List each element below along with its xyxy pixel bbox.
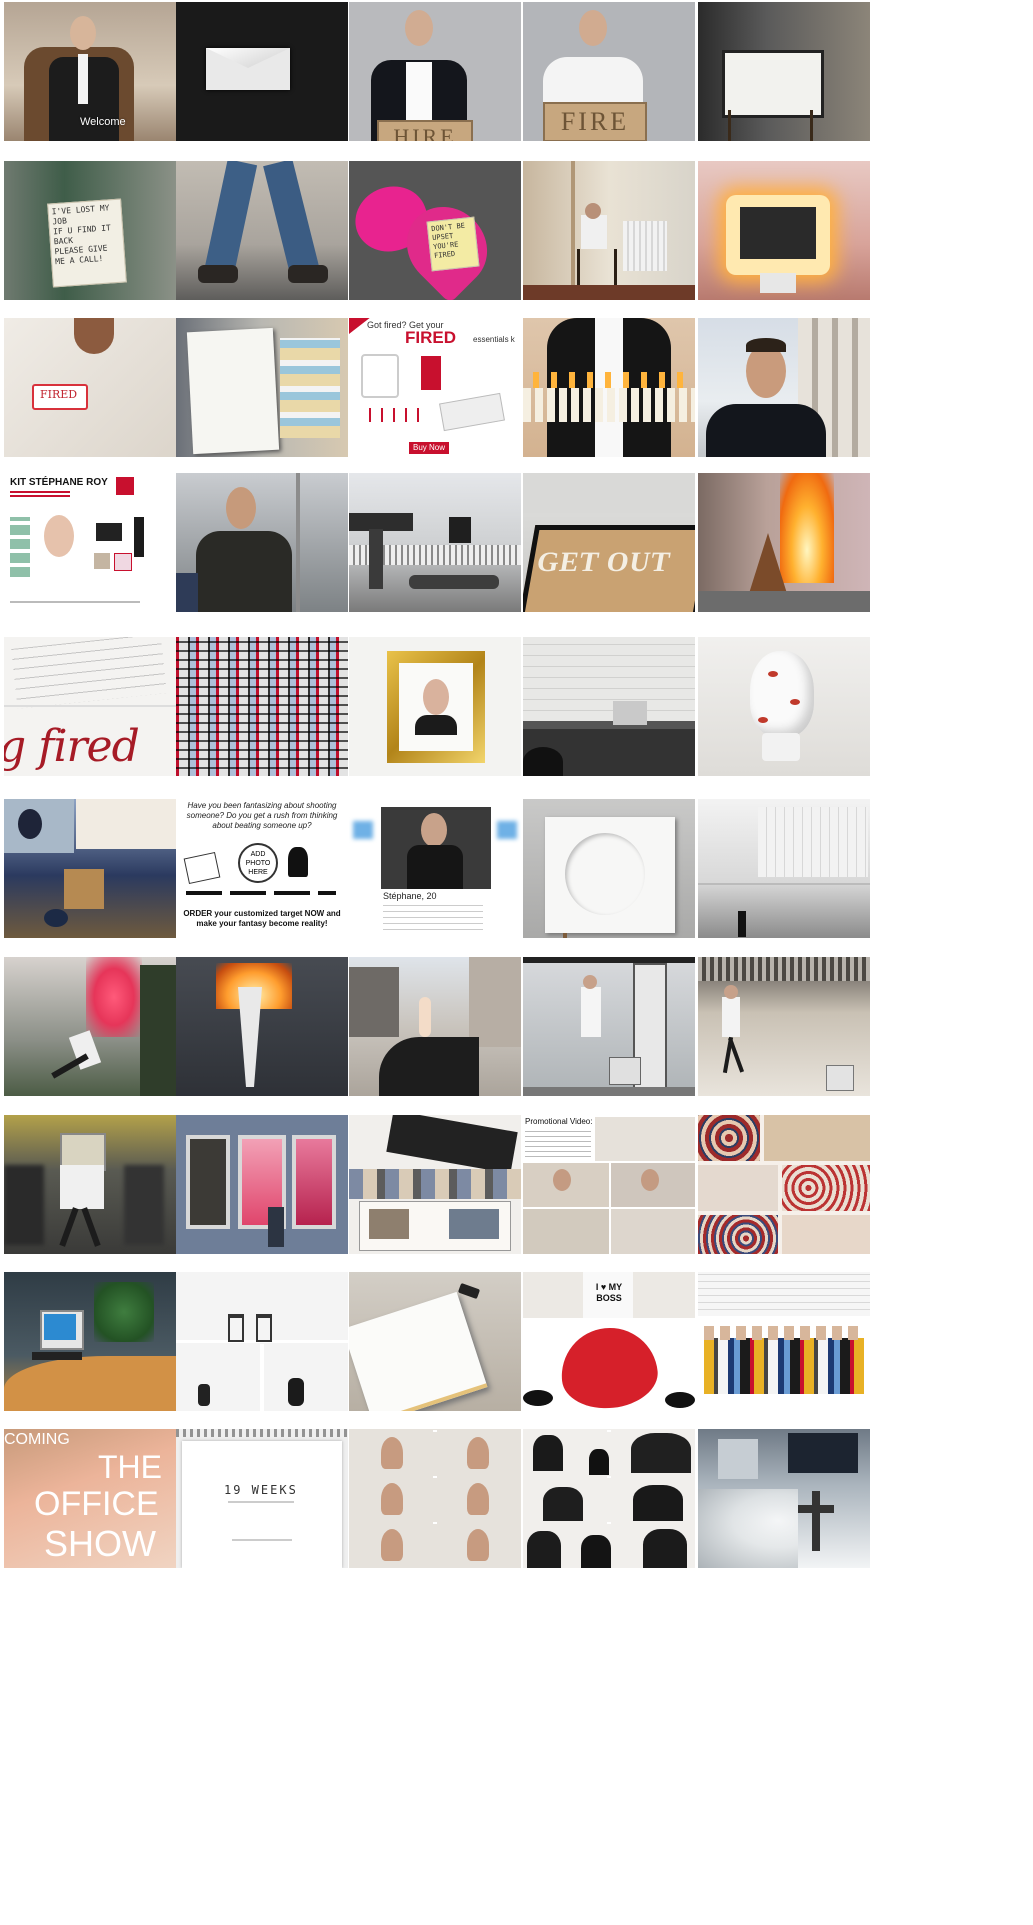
photo-tile[interactable]: Welcome [4, 2, 176, 141]
photo-tile[interactable] [176, 1272, 348, 1411]
photo-tile[interactable] [176, 2, 348, 141]
kit-title: KIT STÉPHANE ROY [10, 477, 108, 488]
target-cta: ORDER your customized target NOW and mak… [183, 909, 341, 928]
photo-tile[interactable] [698, 799, 870, 938]
photo-tile[interactable] [349, 1115, 521, 1254]
ad-brand: FIRED [405, 328, 456, 347]
photo-tile[interactable]: DON'T BE UPSET YOU'RE FIRED [349, 161, 521, 300]
photo-tile[interactable] [176, 473, 348, 612]
photo-tile[interactable] [349, 957, 521, 1096]
photo-tile[interactable] [4, 957, 176, 1096]
photo-tile[interactable] [4, 1115, 176, 1254]
buy-now-button[interactable]: Buy Now [409, 442, 449, 454]
photo-tile[interactable] [349, 1272, 521, 1411]
photo-tile[interactable] [4, 1272, 176, 1411]
photo-tile[interactable]: GET OUT [523, 473, 695, 612]
target-question: Have you been fantasizing about shooting… [186, 801, 338, 830]
embroidered-text: g fired [4, 721, 140, 772]
photo-tile[interactable] [698, 2, 870, 141]
photo-tile[interactable] [349, 1429, 521, 1568]
photo-tile[interactable]: FIRE [523, 2, 695, 141]
photo-tile[interactable] [698, 1115, 870, 1254]
photo-tile[interactable]: Promotional Video: Stéphane Roy [523, 1115, 695, 1254]
name-tag: FIRED [40, 388, 78, 401]
photo-tile[interactable]: g fired [4, 637, 176, 776]
photo-tile[interactable] [698, 1272, 870, 1411]
photo-tile[interactable] [698, 637, 870, 776]
photo-tile[interactable] [523, 161, 695, 300]
doormat-text: GET OUT [534, 547, 674, 578]
photo-caption: Welcome [80, 116, 126, 128]
photo-tile[interactable] [523, 799, 695, 938]
photo-tile[interactable]: KIT STÉPHANE ROY [4, 473, 176, 612]
photo-grid: Welcome HIRE FIRE I'VE LOST MY JOB IF U … [0, 0, 1033, 1925]
photo-tile[interactable]: FIRED [4, 318, 176, 457]
photo-tile[interactable] [176, 161, 348, 300]
photo-tile[interactable] [523, 318, 695, 457]
photo-tile[interactable] [523, 637, 695, 776]
photo-tile[interactable] [698, 1429, 870, 1568]
photo-tile[interactable] [176, 637, 348, 776]
photo-tile[interactable] [349, 637, 521, 776]
photo-tile[interactable] [698, 318, 870, 457]
photo-tile[interactable] [698, 957, 870, 1096]
poster-the: THE [98, 1449, 162, 1485]
doc-title: 19 WEEKS [224, 1483, 298, 1497]
photo-tile[interactable]: I'VE LOST MY JOB IF U FIND IT BACK PLEAS… [4, 161, 176, 300]
shirt-text: I ♥ MY BOSS [595, 1282, 623, 1303]
heart-note: DON'T BE UPSET YOU'RE FIRED [426, 216, 480, 272]
photo-tile[interactable]: COMING THE OFFICE SHOW [4, 1429, 176, 1568]
photo-tile[interactable] [176, 1115, 348, 1254]
profile-name: Stéphane, 20 [383, 891, 437, 901]
photo-tile[interactable] [523, 957, 695, 1096]
photo-tile[interactable]: Got fired? Get your FIRED essentials k B… [349, 318, 521, 457]
photo-tile[interactable] [698, 161, 870, 300]
add-photo-circle: ADD PHOTO HERE [238, 843, 278, 883]
ad-suffix: essentials k [473, 335, 515, 344]
poster-coming: COMING [4, 1431, 70, 1448]
photo-tile[interactable] [349, 473, 521, 612]
photo-tile[interactable]: Have you been fantasizing about shooting… [176, 799, 348, 938]
fire-sign: FIRE [543, 102, 647, 141]
photo-tile[interactable]: Stéphane, 20 [349, 799, 521, 938]
photo-tile[interactable] [4, 799, 176, 938]
hire-sign: HIRE [377, 120, 473, 141]
photo-tile[interactable] [176, 318, 348, 457]
photo-tile[interactable] [523, 1429, 695, 1568]
photo-tile[interactable] [176, 957, 348, 1096]
poster-office: OFFICE [34, 1485, 159, 1523]
lost-job-note: I'VE LOST MY JOB IF U FIND IT BACK PLEAS… [47, 198, 127, 288]
photo-tile[interactable]: HIRE [349, 2, 521, 141]
photo-tile[interactable]: I ♥ MY BOSS [523, 1272, 695, 1411]
photo-tile[interactable] [698, 473, 870, 612]
photo-tile[interactable]: 19 WEEKS [176, 1429, 348, 1568]
poster-show: SHOW [44, 1523, 156, 1564]
